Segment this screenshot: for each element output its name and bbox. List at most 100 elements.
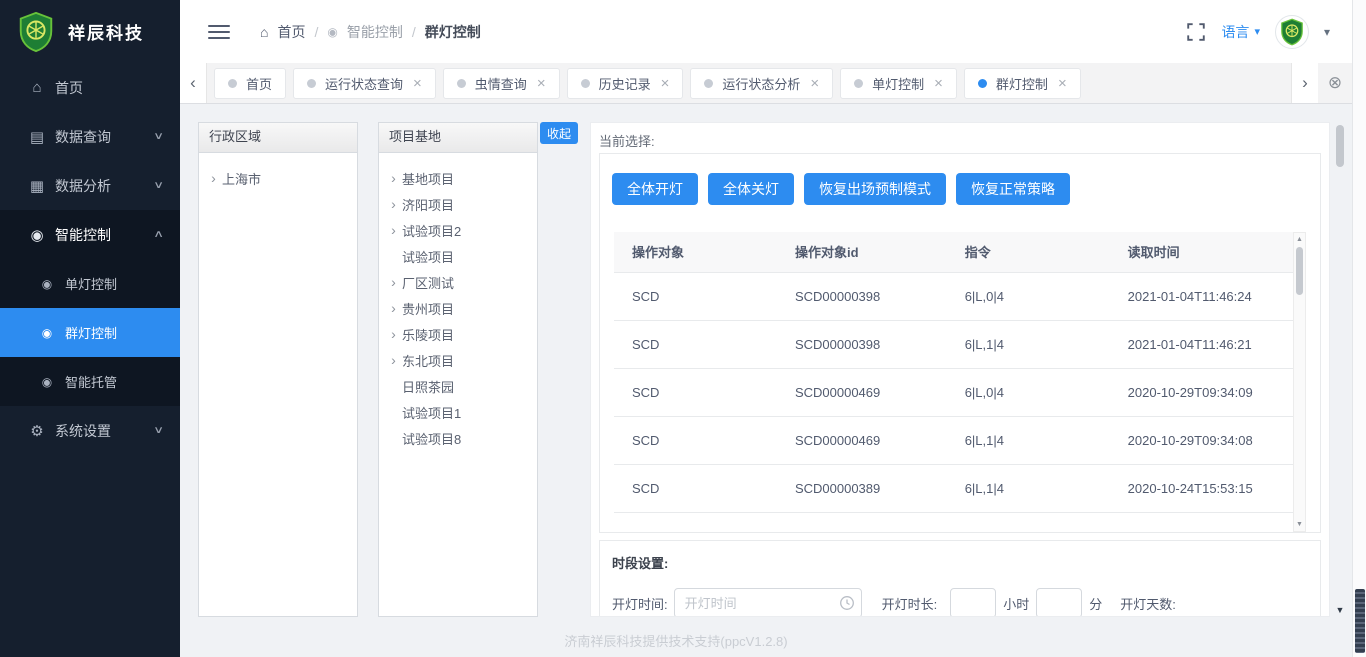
tab-single-light-control[interactable]: 单灯控制 ×	[840, 68, 957, 99]
tree-item-project[interactable]: › 济阳项目	[385, 191, 531, 217]
command-table: 操作对象 操作对象id 指令 读取时间 SCD SCD00000398 6|L,…	[614, 232, 1293, 513]
sidebar-item-system-settings[interactable]: ⚙ 系统设置 ∨	[0, 406, 180, 455]
cell-command: 6|L,1|4	[947, 320, 1110, 368]
tree-item-project[interactable]: 试验项目	[385, 243, 531, 269]
sidebar-item-smart-control[interactable]: ◉ 智能控制 ∧	[0, 210, 180, 259]
cell-read-time: 2021-01-04T11:46:24	[1110, 272, 1293, 320]
chevron-down-icon: ∨	[153, 425, 164, 436]
home-icon: ⌂	[28, 79, 46, 96]
duration-hours-input[interactable]	[950, 588, 996, 617]
language-label: 语言	[1221, 22, 1249, 42]
content-scrollbar[interactable]: ▼	[1334, 122, 1346, 617]
chevron-right-icon: ›	[385, 300, 402, 316]
tree-item-project[interactable]: 试验项目8	[385, 425, 531, 451]
sidebar-item-data-analysis[interactable]: ▦ 数据分析 ∨	[0, 161, 180, 210]
tree-item-project[interactable]: 日照茶园	[385, 373, 531, 399]
all-lights-off-button[interactable]: 全体关灯	[708, 173, 794, 205]
tab-insect-query[interactable]: 虫情查询 ×	[443, 68, 560, 99]
sidebar-group-smart-control: ◉ 智能控制 ∧ ◉ 单灯控制 ◉ 群灯控制 ◉ 智能托管	[0, 210, 180, 406]
table-scrollbar[interactable]: ▲ ▼	[1293, 232, 1306, 532]
fullscreen-icon[interactable]	[1186, 22, 1206, 42]
tree-item-project[interactable]: › 乐陵项目	[385, 321, 531, 347]
bulb-icon: ◉	[327, 25, 337, 39]
tree-item-project[interactable]: › 东北项目	[385, 347, 531, 373]
sidebar-item-label: 智能控制	[55, 225, 111, 245]
restore-preset-mode-button[interactable]: 恢复出场预制模式	[804, 173, 946, 205]
sidebar: 祥辰科技 ⌂ 首页 ▤ 数据查询 ∨ ▦ 数据分析 ∨ ◉ 智能控制 ∧	[0, 0, 180, 657]
scroll-down-icon[interactable]: ▼	[1334, 605, 1346, 615]
breadcrumb-current: 群灯控制	[425, 22, 481, 42]
restore-normal-strategy-button[interactable]: 恢复正常策略	[956, 173, 1070, 205]
table-row[interactable]: SCD SCD00000398 6|L,0|4 2021-01-04T11:46…	[614, 272, 1293, 320]
tab-label: 历史记录	[599, 74, 651, 93]
table-row[interactable]: SCD SCD00000389 6|L,1|4 2020-10-24T15:53…	[614, 464, 1293, 512]
tree-item-project[interactable]: › 贵州项目	[385, 295, 531, 321]
sidebar-item-group-light-control[interactable]: ◉ 群灯控制	[0, 308, 180, 357]
header-actions: 语言 ▾ ▾	[1186, 15, 1352, 49]
scroll-up-icon[interactable]: ▲	[1294, 236, 1305, 243]
tree-item-project[interactable]: › 基地项目	[385, 165, 531, 191]
close-icon[interactable]: ×	[661, 76, 670, 91]
tab-status-dot	[457, 79, 466, 88]
duration-label: 开灯时长:	[882, 594, 938, 613]
window-scrollbar[interactable]	[1352, 0, 1366, 657]
sidebar-item-smart-hosting[interactable]: ◉ 智能托管	[0, 357, 180, 406]
avatar[interactable]	[1275, 15, 1309, 49]
table-row[interactable]: SCD SCD00000469 6|L,1|4 2020-10-29T09:34…	[614, 416, 1293, 464]
tree-item-project[interactable]: 试验项目1	[385, 399, 531, 425]
tree-item-label: 贵州项目	[402, 299, 454, 318]
close-icon[interactable]: ×	[413, 76, 422, 91]
tab-history[interactable]: 历史记录 ×	[567, 68, 684, 99]
tree-item-shanghai[interactable]: › 上海市	[205, 165, 351, 191]
close-icon[interactable]: ×	[810, 76, 819, 91]
sidebar-item-data-query[interactable]: ▤ 数据查询 ∨	[0, 112, 180, 161]
scrollbar-thumb[interactable]	[1355, 589, 1365, 653]
action-buttons: 全体开灯 全体关灯 恢复出场预制模式 恢复正常策略	[600, 154, 1320, 205]
time-settings-title: 时段设置:	[612, 553, 1308, 572]
tab-home[interactable]: 首页	[214, 68, 286, 99]
tab-run-status-analysis[interactable]: 运行状态分析 ×	[690, 68, 833, 99]
all-lights-on-button[interactable]: 全体开灯	[612, 173, 698, 205]
tab-status-dot	[307, 79, 316, 88]
project-panel-title: 项目基地	[379, 123, 537, 153]
on-time-input[interactable]	[674, 588, 862, 617]
tabs-scroll-right-icon[interactable]: ›	[1291, 63, 1318, 103]
chevron-down-icon: ∨	[153, 180, 164, 191]
scroll-down-icon[interactable]: ▼	[1294, 521, 1305, 528]
time-settings-box: 时段设置: 开灯时间: 开灯时长: 小时 分	[599, 540, 1321, 617]
breadcrumb-home[interactable]: 首页	[277, 22, 305, 42]
tree-item-project[interactable]: › 试验项目2	[385, 217, 531, 243]
tree-item-project[interactable]: › 厂区测试	[385, 269, 531, 295]
chevron-down-icon[interactable]: ▾	[1324, 25, 1330, 39]
breadcrumb-section[interactable]: 智能控制	[347, 22, 403, 42]
cell-target: SCD	[614, 368, 777, 416]
tabs-scroll-left-icon[interactable]: ‹	[180, 63, 207, 103]
tab-group-light-control[interactable]: 群灯控制 ×	[964, 68, 1081, 99]
table-row[interactable]: SCD SCD00000398 6|L,1|4 2021-01-04T11:46…	[614, 320, 1293, 368]
close-icon[interactable]: ×	[537, 76, 546, 91]
close-icon[interactable]: ×	[1058, 76, 1067, 91]
scrollbar-thumb[interactable]	[1336, 125, 1344, 167]
sidebar-item-label: 数据分析	[55, 176, 111, 196]
close-icon[interactable]: ×	[934, 76, 943, 91]
sidebar-item-single-light-control[interactable]: ◉ 单灯控制	[0, 259, 180, 308]
sidebar-item-home[interactable]: ⌂ 首页	[0, 63, 180, 112]
project-panel: 项目基地 › 基地项目 › 济阳项目 › 试验项目2 试验项目 › 厂区测试	[378, 122, 538, 617]
cell-target: SCD	[614, 320, 777, 368]
scrollbar-thumb[interactable]	[1296, 247, 1303, 295]
tab-status-dot	[704, 79, 713, 88]
tab-run-status-query[interactable]: 运行状态查询 ×	[293, 68, 436, 99]
table-row[interactable]: SCD SCD00000469 6|L,0|4 2020-10-29T09:34…	[614, 368, 1293, 416]
duration-minutes-input[interactable]	[1036, 588, 1082, 617]
tab-bar: ‹ 首页 运行状态查询 × 虫情查询 × 历史记录 ×	[180, 63, 1352, 104]
tree-item-label: 试验项目2	[402, 221, 461, 240]
gear-icon: ⚙	[28, 422, 46, 440]
table-header-row: 操作对象 操作对象id 指令 读取时间	[614, 232, 1293, 272]
sidebar-item-label: 单灯控制	[65, 274, 117, 293]
cell-target: SCD	[614, 464, 777, 512]
close-all-tabs-icon[interactable]: ⊗	[1322, 73, 1348, 93]
hamburger-menu-icon[interactable]	[208, 25, 230, 39]
collapse-panel-button[interactable]: 收起	[540, 122, 578, 144]
language-selector[interactable]: 语言 ▾	[1221, 22, 1260, 42]
cell-target-id: SCD00000389	[777, 464, 947, 512]
